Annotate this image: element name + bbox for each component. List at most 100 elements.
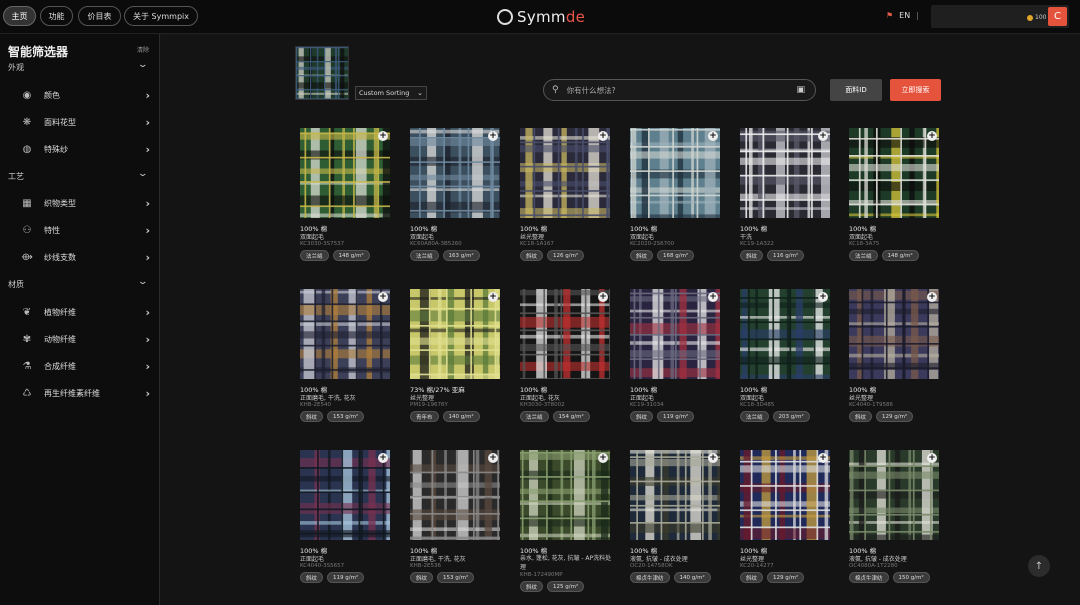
filter-item[interactable]: ◍ 特殊纱 › bbox=[20, 139, 150, 159]
fabric-card[interactable]: +100% 棉丝光整理 KC18-1A167 斜纹 126 g/m² bbox=[520, 128, 612, 280]
fabric-swatch-image[interactable] bbox=[520, 289, 610, 379]
fabric-swatch-image[interactable] bbox=[520, 450, 610, 540]
fabric-swatch-image[interactable] bbox=[300, 450, 390, 540]
chevron-down-icon[interactable]: ⌄ bbox=[137, 277, 148, 287]
nav-features[interactable]: 功能 bbox=[40, 6, 73, 26]
fabric-card[interactable]: +100% 棉液氨, 抗皱 - 成衣处理 OC4080A-1T2280 棉贞牛津纺 1… bbox=[849, 450, 941, 602]
fabric-swatch-image[interactable] bbox=[849, 289, 939, 379]
add-icon[interactable]: + bbox=[927, 292, 937, 302]
fabric-swatch-image[interactable] bbox=[630, 450, 720, 540]
search-now-button[interactable]: 立即搜索 bbox=[890, 79, 941, 101]
fabric-card[interactable]: +100% 棉正面磨毛, 干洗, 花灰 KHB-2E540 斜纹 153 g/m² bbox=[300, 289, 392, 441]
add-icon[interactable]: + bbox=[598, 131, 608, 141]
brand-logo[interactable]: Symmde bbox=[497, 6, 585, 28]
fabric-card[interactable]: +100% 棉双面起毛 KC60A80A-3B5260 法兰绒 163 g/m² bbox=[410, 128, 502, 280]
filter-section-heading[interactable]: 工艺 bbox=[8, 171, 24, 182]
fabric-swatch-image[interactable] bbox=[300, 128, 390, 218]
add-icon[interactable]: + bbox=[818, 292, 828, 302]
filter-item[interactable]: ⚇ 特性 › bbox=[20, 220, 150, 240]
search-bar[interactable]: ⚲ 你有什么想法? ▣ bbox=[543, 79, 816, 101]
add-icon[interactable]: + bbox=[708, 292, 718, 302]
user-account[interactable]: 100 C bbox=[931, 5, 1069, 28]
filter-item-label: 颜色 bbox=[44, 90, 60, 100]
fabric-card[interactable]: +100% 棉液氨, 抗皱 - 成衣处理 OC20-14758OK 棉贞牛津纺 140… bbox=[630, 450, 722, 602]
fabric-swatch-image[interactable] bbox=[410, 128, 500, 218]
fabric-swatch-image[interactable] bbox=[740, 128, 830, 218]
fabric-id-button[interactable]: 面料ID bbox=[830, 79, 882, 101]
sort-dropdown[interactable]: Custom Sorting ⌄ bbox=[355, 86, 427, 100]
fabric-tag: 119 g/m² bbox=[327, 572, 365, 583]
add-icon[interactable]: + bbox=[708, 131, 718, 141]
camera-icon[interactable]: ▣ bbox=[796, 85, 805, 95]
filter-item[interactable]: ♺ 再生纤维素纤维 › bbox=[20, 383, 150, 403]
filter-section-heading[interactable]: 材质 bbox=[8, 279, 24, 290]
fabric-card[interactable]: +100% 棉双面起毛 KC3030-3S7537 法兰绒 148 g/m² bbox=[300, 128, 392, 280]
fabric-swatch-image[interactable] bbox=[740, 450, 830, 540]
filter-item[interactable]: ◉ 颜色 › bbox=[20, 85, 150, 105]
avatar[interactable]: C bbox=[1048, 7, 1067, 26]
fabric-swatch-image[interactable] bbox=[630, 128, 720, 218]
fabric-card[interactable]: +100% 棉丝光整理 KC20-14277 斜纹 129 g/m² bbox=[740, 450, 832, 602]
fabric-swatch-image[interactable] bbox=[300, 289, 390, 379]
fabric-swatch-image[interactable] bbox=[849, 128, 939, 218]
fabric-card[interactable]: +100% 棉正面起毛, 花灰 KH3030-3T8002 法兰绒 154 g/m² bbox=[520, 289, 612, 441]
add-icon[interactable]: + bbox=[598, 292, 608, 302]
add-icon[interactable]: + bbox=[818, 453, 828, 463]
fabric-card[interactable]: +100% 棉正面起毛 KC19-31034 斜纹 119 g/m² bbox=[630, 289, 722, 441]
fabric-card[interactable]: +100% 棉双面起毛 KC18-3A75 法兰绒 148 g/m² bbox=[849, 128, 941, 280]
fabric-swatch-image[interactable] bbox=[410, 289, 500, 379]
language-switcher[interactable]: ⚑ EN | bbox=[886, 11, 919, 20]
filter-item[interactable]: ❋ 面料花型 › bbox=[20, 112, 150, 132]
fabric-swatch-image[interactable] bbox=[849, 450, 939, 540]
reference-image-thumbnail[interactable] bbox=[295, 46, 349, 100]
fabric-swatch-image[interactable] bbox=[630, 289, 720, 379]
nav-about[interactable]: 关于 Symmpix bbox=[124, 6, 198, 26]
filter-item[interactable]: ❦ 植物纤维 › bbox=[20, 302, 150, 322]
chevron-down-icon[interactable]: ⌄ bbox=[137, 60, 148, 70]
fabric-tag: 153 g/m² bbox=[437, 572, 475, 583]
add-icon[interactable]: + bbox=[818, 131, 828, 141]
search-input[interactable]: 你有什么想法? bbox=[567, 85, 797, 96]
add-icon[interactable]: + bbox=[378, 453, 388, 463]
add-icon[interactable]: + bbox=[927, 453, 937, 463]
fabric-tag: 斜纹 bbox=[410, 572, 434, 583]
reset-filters-link[interactable]: 清除 bbox=[137, 45, 149, 54]
add-icon[interactable]: + bbox=[598, 453, 608, 463]
chevron-down-icon[interactable]: ⌄ bbox=[137, 169, 148, 179]
language-code: EN bbox=[899, 11, 911, 20]
fabric-card[interactable]: +100% 棉双面起毛 KC18-3D485 法兰绒 203 g/m² bbox=[740, 289, 832, 441]
weave-icon: ▦ bbox=[22, 197, 32, 209]
add-icon[interactable]: + bbox=[378, 292, 388, 302]
fabric-card[interactable]: +100% 棉干洗 KC19-1A322 斜纹 116 g/m² bbox=[740, 128, 832, 280]
fabric-card[interactable]: +100% 棉丝光整理 KC4040-1T9586 斜纹 129 g/m² bbox=[849, 289, 941, 441]
filter-item[interactable]: ✾ 动物纤维 › bbox=[20, 329, 150, 349]
filter-item[interactable]: ▦ 织物类型 › bbox=[20, 193, 150, 213]
scroll-top-button[interactable]: ↑ bbox=[1028, 555, 1050, 577]
fabric-card[interactable]: +100% 棉双面起毛 KC2020-2S6700 斜纹 168 g/m² bbox=[630, 128, 722, 280]
fabric-tag: 148 g/m² bbox=[881, 250, 919, 261]
fabric-finish: 双面起毛 bbox=[300, 234, 325, 241]
add-icon[interactable]: + bbox=[927, 131, 937, 141]
filter-item[interactable]: ⚗ 合成纤维 › bbox=[20, 356, 150, 376]
add-icon[interactable]: + bbox=[708, 453, 718, 463]
fabric-card[interactable]: +100% 棉正面磨毛, 干洗, 花灰 KHB-2E536 斜纹 153 g/m² bbox=[410, 450, 502, 602]
fabric-tag: 斜纹 bbox=[520, 250, 544, 261]
fabric-card[interactable]: +73% 棉/27% 亚麻 丝光整理 PM19-19676Y 青年布 140 g/m² bbox=[410, 289, 502, 441]
fabric-tag: 法兰绒 bbox=[410, 250, 439, 261]
fabric-card[interactable]: +100% 棉亲水, 蓬松, 花灰, 抗皱 - AP洗料处理 KHB-172490… bbox=[520, 450, 612, 602]
fabric-swatch-image[interactable] bbox=[740, 289, 830, 379]
nav-home[interactable]: 主页 bbox=[3, 6, 36, 26]
add-icon[interactable]: + bbox=[488, 131, 498, 141]
add-icon[interactable]: + bbox=[488, 453, 498, 463]
filter-section-heading[interactable]: 外观 bbox=[8, 62, 24, 73]
nav-pricing[interactable]: 价目表 bbox=[78, 6, 121, 26]
filter-item[interactable]: ⟴ 纱线支数 › bbox=[20, 247, 150, 267]
fabric-tags: 棉贞牛津纺 140 g/m² bbox=[630, 572, 711, 583]
fabric-swatch-image[interactable] bbox=[520, 128, 610, 218]
add-icon[interactable]: + bbox=[378, 131, 388, 141]
fabric-code: KH3030-3T8002 bbox=[520, 402, 565, 408]
add-icon[interactable]: + bbox=[488, 292, 498, 302]
fabric-swatch-image[interactable] bbox=[410, 450, 500, 540]
fabric-tag: 斜纹 bbox=[630, 411, 654, 422]
fabric-card[interactable]: +100% 棉正面起毛 KC4040-3S5657 斜纹 119 g/m² bbox=[300, 450, 392, 602]
